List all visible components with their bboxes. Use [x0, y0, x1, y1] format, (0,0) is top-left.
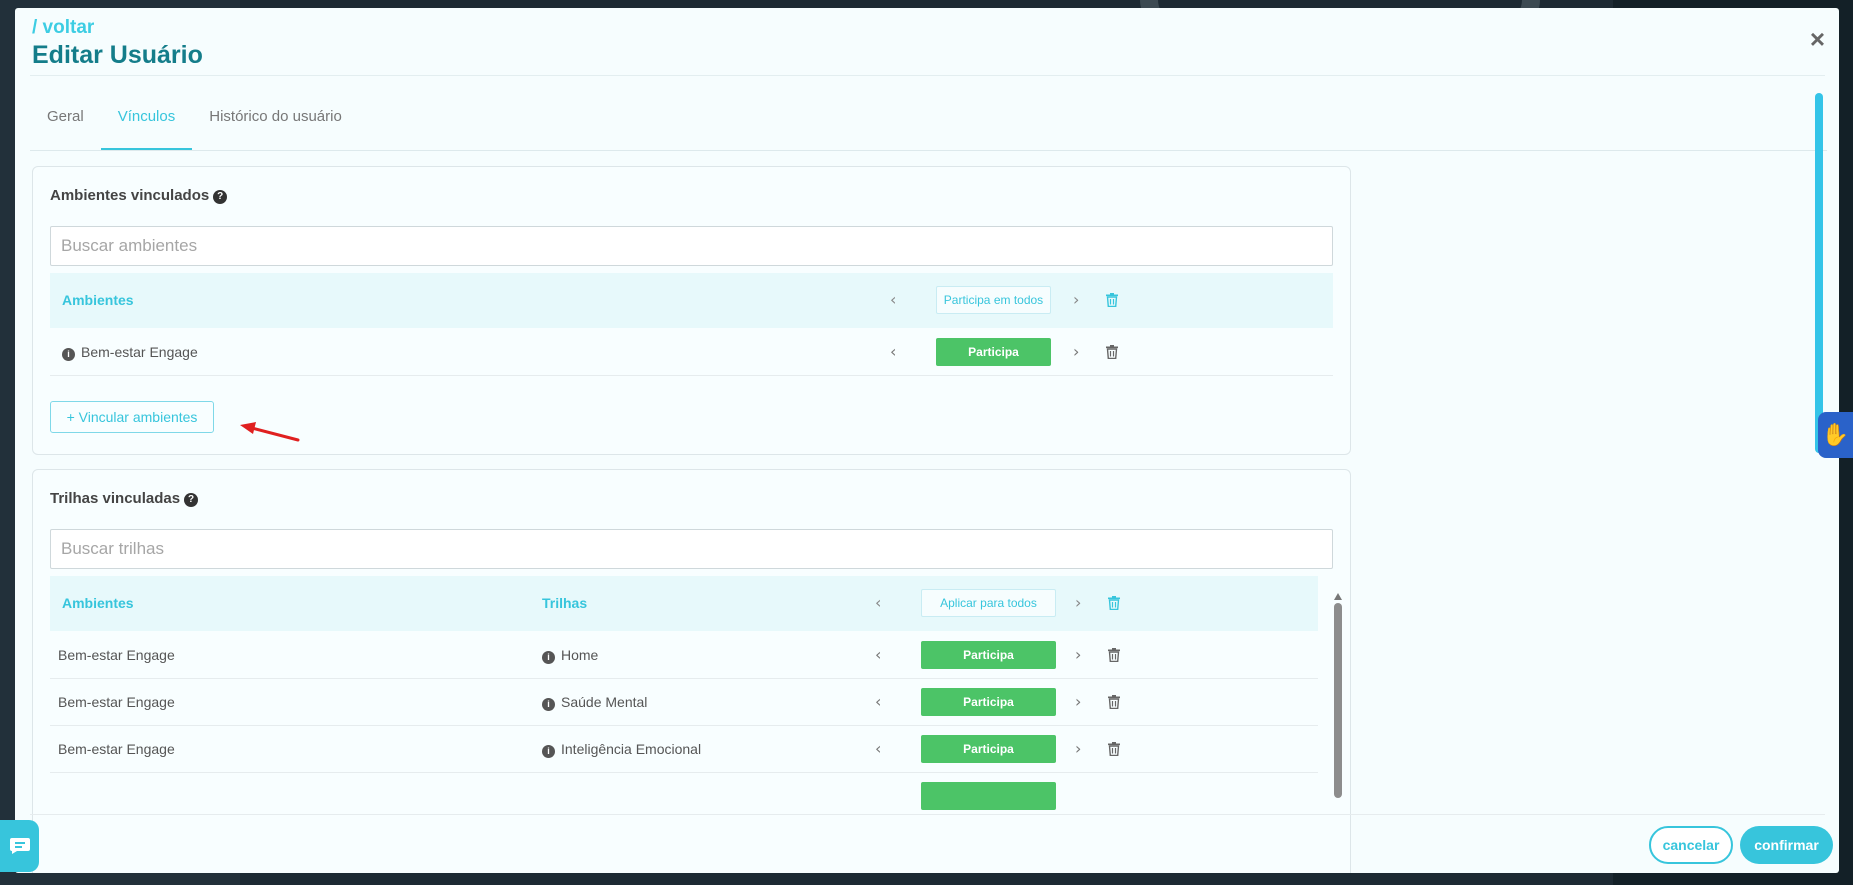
chevron-left-icon[interactable]: ‹ — [875, 593, 881, 612]
trash-icon[interactable] — [1108, 742, 1120, 756]
back-link[interactable]: / voltar — [32, 17, 94, 39]
info-icon[interactable]: i — [542, 651, 555, 664]
ambientes-table-header: Ambientes ‹ Participa em todos › — [50, 273, 1333, 328]
trilha-name: Saúde Mental — [561, 694, 648, 710]
divider — [30, 814, 1825, 815]
chevron-right-icon[interactable]: › — [1075, 645, 1081, 664]
info-icon[interactable]: i — [62, 348, 75, 361]
trilhas-card-title: Trilhas vinculadas? — [50, 490, 199, 507]
trash-icon[interactable] — [1106, 293, 1118, 307]
chevron-right-icon[interactable]: › — [1075, 593, 1081, 612]
trilhas-card: Trilhas vinculadas? Ambientes Trilhas ‹ … — [32, 469, 1351, 873]
tab-vinculos[interactable]: Vínculos — [100, 98, 193, 151]
chevron-left-icon[interactable]: ‹ — [875, 692, 881, 711]
accessibility-hand-icon[interactable]: ✋ — [1818, 412, 1853, 458]
participa-button[interactable]: Participa — [921, 641, 1056, 669]
ambiente-cell: Bem-estar Engage — [58, 741, 175, 757]
trash-icon[interactable] — [1106, 345, 1118, 359]
participa-button[interactable]: Participa — [921, 688, 1056, 716]
tab-geral[interactable]: Geral — [30, 98, 101, 151]
trilha-cell: i Saúde Mental — [542, 679, 647, 725]
trilha-cell: i Home — [542, 632, 598, 678]
trilha-name: Inteligência Emocional — [561, 741, 702, 757]
vincular-ambientes-button[interactable]: + Vincular ambientes — [50, 401, 214, 433]
ambientes-card: Ambientes vinculados? Ambientes ‹ Partic… — [32, 166, 1351, 455]
ambientes-card-title: Ambientes vinculados? — [50, 187, 228, 204]
participa-button[interactable]: Participa — [921, 735, 1056, 763]
scroll-up-icon[interactable] — [1334, 593, 1342, 600]
ambiente-cell: Bem-estar Engage — [58, 647, 175, 663]
scrollbar-thumb[interactable] — [1334, 603, 1342, 798]
table-row-partial — [50, 773, 1318, 820]
ambiente-name-cell: i Bem-estar Engage — [62, 329, 198, 375]
table-row: i Bem-estar Engage ‹ Participa › — [50, 329, 1333, 376]
chevron-left-icon[interactable]: ‹ — [890, 342, 896, 361]
trilha-cell: i Inteligência Emocional — [542, 726, 701, 772]
table-row: Bem-estar Engage i Home ‹ Participa › — [50, 632, 1318, 679]
col-trilhas: Trilhas — [542, 595, 588, 611]
info-icon[interactable]: i — [542, 698, 555, 711]
help-icon[interactable]: ? — [184, 493, 199, 507]
participa-button[interactable] — [921, 782, 1056, 810]
table-scrollbar[interactable] — [1334, 593, 1342, 798]
chevron-right-icon[interactable]: › — [1075, 692, 1081, 711]
tab-historico[interactable]: Histórico do usuário — [192, 98, 359, 151]
trilhas-card-title-text: Trilhas vinculadas — [50, 490, 181, 507]
page-title: Editar Usuário — [32, 41, 203, 69]
divider — [30, 150, 1827, 151]
annotation-arrow-icon — [240, 422, 300, 442]
aplicar-para-todos-button[interactable]: Aplicar para todos — [921, 589, 1056, 617]
info-icon[interactable]: i — [542, 745, 555, 758]
confirm-button[interactable]: confirmar — [1740, 826, 1833, 864]
chevron-left-icon[interactable]: ‹ — [890, 290, 896, 309]
ambiente-cell: Bem-estar Engage — [58, 694, 175, 710]
help-icon[interactable]: ? — [213, 190, 228, 204]
chevron-right-icon[interactable]: › — [1073, 342, 1079, 361]
modal-scrollbar[interactable] — [1815, 93, 1823, 453]
search-ambientes-input[interactable] — [50, 226, 1333, 266]
trash-icon[interactable] — [1108, 648, 1120, 662]
ambiente-name: Bem-estar Engage — [81, 344, 198, 360]
chevron-left-icon[interactable]: ‹ — [875, 739, 881, 758]
trilhas-table-header: Ambientes Trilhas ‹ Aplicar para todos › — [50, 576, 1318, 631]
edit-user-modal: / voltar Editar Usuário × Geral Vínculos… — [15, 8, 1839, 873]
search-trilhas-input[interactable] — [50, 529, 1333, 569]
table-row: Bem-estar Engage i Inteligência Emocional… — [50, 726, 1318, 773]
col-ambientes: Ambientes — [62, 595, 134, 611]
participa-button[interactable]: Participa — [936, 338, 1051, 366]
chevron-left-icon[interactable]: ‹ — [875, 645, 881, 664]
trilha-name: Home — [561, 647, 599, 663]
table-row: Bem-estar Engage i Saúde Mental ‹ Partici… — [50, 679, 1318, 726]
divider — [30, 75, 1825, 76]
trash-icon[interactable] — [1108, 596, 1120, 610]
trilhas-card-clip: Trilhas vinculadas? Ambientes Trilhas ‹ … — [33, 470, 1350, 873]
cancel-button[interactable]: cancelar — [1649, 826, 1733, 864]
chat-icon[interactable] — [0, 820, 39, 872]
trash-icon[interactable] — [1108, 695, 1120, 709]
col-ambientes: Ambientes — [62, 292, 134, 308]
close-icon[interactable]: × — [1810, 26, 1825, 52]
tab-bar: Geral Vínculos Histórico do usuário — [30, 98, 359, 151]
chevron-right-icon[interactable]: › — [1075, 739, 1081, 758]
chevron-right-icon[interactable]: › — [1073, 290, 1079, 309]
ambientes-card-title-text: Ambientes vinculados — [50, 187, 210, 204]
participa-em-todos-button[interactable]: Participa em todos — [936, 286, 1051, 314]
